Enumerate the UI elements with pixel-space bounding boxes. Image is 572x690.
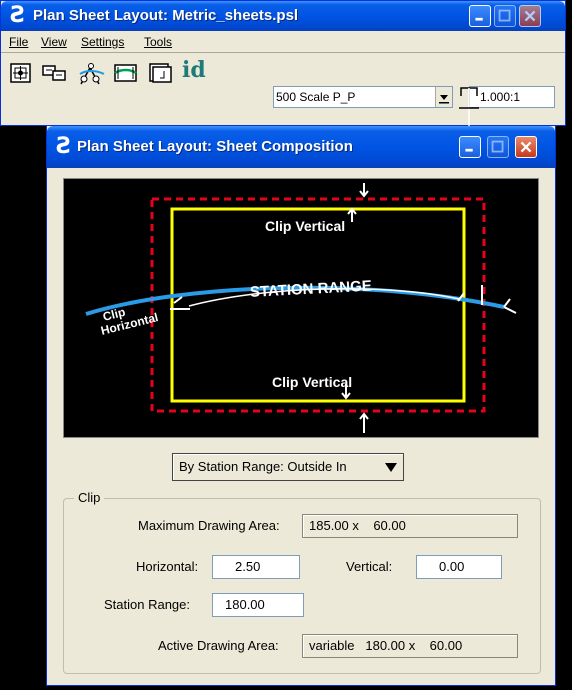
close-icon: [524, 10, 536, 22]
menu-settings[interactable]: Settings: [81, 34, 124, 50]
clip-group-legend: Clip: [74, 490, 105, 505]
minimize-button[interactable]: [469, 5, 491, 27]
menu-tools-label: Tools: [144, 35, 173, 49]
scale-ratio-value: 1.000:1: [480, 90, 521, 104]
dialog-maximize-button[interactable]: [487, 136, 509, 158]
scale-combo-value: 500 Scale P_P: [276, 90, 356, 104]
close-icon: [520, 141, 532, 153]
menu-settings-label: Settings: [81, 35, 125, 49]
minimize-icon: [475, 17, 483, 21]
max-drawing-area-value: 185.00 x 60.00: [302, 514, 518, 538]
dialog-titlebar[interactable]: Ƨ Plan Sheet Layout: Sheet Composition: [47, 126, 555, 168]
horizontal-input[interactable]: 2.50: [212, 555, 300, 579]
callout-connector: [459, 87, 479, 126]
menubar: File View Settings Tools: [1, 31, 565, 53]
id-icon[interactable]: id: [182, 57, 222, 83]
clip-vertical-top-label: Clip Vertical: [265, 218, 345, 234]
station-range-label: Station Range:: [104, 597, 191, 612]
app-icon: Ƨ: [10, 3, 26, 28]
main-titlebar[interactable]: Ƨ Plan Sheet Layout: Metric_sheets.psl: [1, 1, 565, 31]
arrow-down-icon: [359, 183, 369, 198]
composition-mode-value: By Station Range: Outside In: [179, 459, 347, 474]
place-sheet-icon[interactable]: [9, 62, 35, 84]
active-drawing-area-label: Active Drawing Area:: [158, 638, 279, 653]
chevron-down-icon: [439, 95, 449, 104]
clip-group: Clip Maximum Drawing Area: 185.00 x 60.0…: [63, 490, 541, 674]
sheet-boundary: [170, 207, 466, 403]
clip-vertical-bottom-label: Clip Vertical: [272, 374, 352, 390]
arrow-up-icon: [359, 412, 369, 433]
clip-shape-icon[interactable]: [113, 62, 139, 84]
dialog-minimize-button[interactable]: [459, 136, 481, 158]
composition-preview: Clip Vertical Clip Vertical STATION RANG…: [63, 178, 539, 438]
dialog-title: Plan Sheet Layout: Sheet Composition: [77, 138, 353, 155]
menu-file[interactable]: File: [9, 34, 28, 50]
main-window-title: Plan Sheet Layout: Metric_sheets.psl: [33, 7, 299, 24]
sheet-layout-icon[interactable]: [41, 62, 67, 84]
vertical-label: Vertical:: [346, 559, 393, 574]
minimize-icon: [465, 148, 473, 152]
arrow-up-icon: [347, 207, 357, 222]
menu-view-label: View: [41, 35, 67, 49]
maximize-icon: [491, 140, 504, 153]
dropdown-arrow-icon: [385, 463, 397, 472]
scale-combo[interactable]: 500 Scale P_P: [273, 86, 453, 108]
maximize-button[interactable]: [494, 5, 516, 27]
scale-combo-dropdown-button[interactable]: [435, 87, 452, 107]
station-range-input[interactable]: 180.00: [212, 593, 304, 617]
dialog-app-icon: Ƨ: [56, 134, 72, 159]
horizontal-label: Horizontal:: [136, 559, 199, 574]
maximize-icon: [498, 9, 511, 22]
close-button[interactable]: [519, 5, 541, 27]
sheet-file-icon[interactable]: [148, 62, 174, 84]
menu-tools[interactable]: Tools: [144, 34, 172, 50]
vertical-input[interactable]: 0.00: [416, 555, 502, 579]
station-range-label: STATION RANGE: [250, 278, 373, 301]
menu-view[interactable]: View: [41, 34, 67, 50]
active-drawing-area-value: variable 180.00 x 60.00: [302, 634, 518, 658]
sheet-composition-dialog: Ƨ Plan Sheet Layout: Sheet Composition C…: [46, 126, 556, 686]
max-drawing-area-label: Maximum Drawing Area:: [138, 518, 280, 533]
dialog-close-button[interactable]: [515, 136, 537, 158]
menu-file-label: File: [9, 35, 29, 49]
composition-mode-select[interactable]: By Station Range: Outside In: [172, 453, 404, 481]
station-range-icon[interactable]: [77, 62, 105, 85]
